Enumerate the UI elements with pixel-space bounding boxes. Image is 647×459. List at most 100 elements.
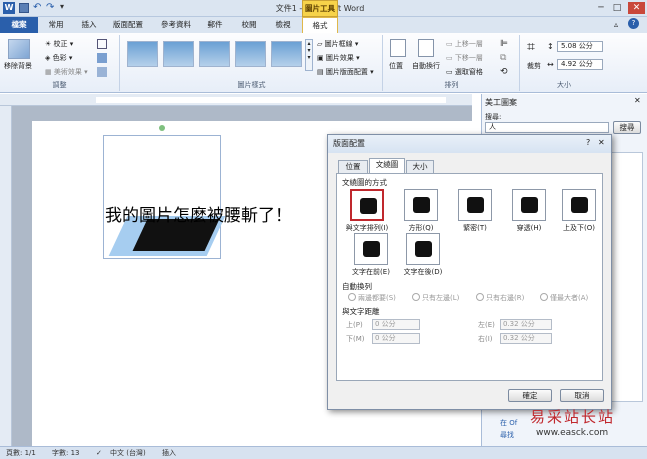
wrap-behind-label: 文字在後(D)	[403, 268, 443, 276]
help-icon[interactable]: ?	[628, 18, 639, 29]
width-icon: ↔	[547, 60, 554, 69]
picture-border-button[interactable]: ▱ 圖片框線 ▾	[317, 39, 358, 49]
ok-button[interactable]: 確定	[508, 389, 552, 402]
tab-review[interactable]: 校閱	[234, 17, 264, 33]
maximize-button[interactable]: □	[610, 2, 624, 14]
align-icon[interactable]: ⊫	[500, 39, 508, 49]
rotate-handle[interactable]	[159, 125, 165, 131]
wrap-tight-label: 緊密(T)	[463, 224, 487, 232]
wrap-through-option[interactable]	[512, 189, 546, 221]
remove-background-icon[interactable]	[8, 39, 30, 59]
dog-icon	[467, 197, 484, 213]
clip-search-input[interactable]: 人	[485, 122, 609, 133]
status-mode[interactable]: 插入	[162, 447, 176, 459]
word-logo-icon[interactable]: W	[3, 2, 15, 14]
clip-link-find[interactable]: 尋找	[500, 430, 514, 440]
tab-mailings[interactable]: 郵件	[200, 17, 230, 33]
wrap-largest-radio[interactable]: 僅最大者(A)	[540, 293, 588, 303]
style-thumb-3[interactable]	[199, 41, 230, 67]
wrap-tight-option[interactable]	[458, 189, 492, 221]
close-button[interactable]: ✕	[628, 2, 645, 14]
bring-forward-button[interactable]: ▭ 上移一層	[446, 39, 483, 49]
wrap-topbottom-label: 上及下(O)	[563, 224, 595, 232]
arrange-group: 位置 自動換行 ▭ 上移一層 ▭ 下移一層 ▭ 選取窗格 ⊫ ⧉ ⟲ 排列	[384, 35, 520, 91]
undo-icon[interactable]: ↶	[33, 2, 41, 13]
color-label: 色彩	[52, 54, 67, 62]
selection-pane-button[interactable]: ▭ 選取窗格	[446, 67, 483, 77]
redo-icon[interactable]: ↷	[46, 2, 54, 13]
right-input[interactable]: 0.32 公分	[500, 333, 552, 344]
wrap-left-radio[interactable]: 只有左邊(L)	[412, 293, 459, 303]
dialog-help-icon[interactable]: ?	[586, 138, 590, 147]
wrap-inline-option[interactable]	[350, 189, 384, 221]
picture-effects-button[interactable]: ▣ 圖片效果 ▾	[317, 53, 360, 63]
wrap-text-icon[interactable]	[418, 39, 434, 57]
tab-position[interactable]: 位置	[338, 160, 368, 173]
tab-home[interactable]: 常用	[40, 17, 72, 33]
position-icon[interactable]	[390, 39, 406, 57]
tab-insert[interactable]: 插入	[74, 17, 104, 33]
picture-styles-group-label: 圖片樣式	[237, 81, 266, 89]
ribbon-collapse-icon[interactable]: ▵	[614, 20, 618, 29]
document-caption[interactable]: 我的圖片怎麼被腰斬了！	[105, 201, 292, 226]
rotate-icon[interactable]: ⟲	[500, 67, 508, 77]
crop-button[interactable]: 裁剪	[527, 61, 541, 71]
group-icon[interactable]: ⧉	[500, 53, 506, 63]
send-backward-label: 下移一層	[454, 54, 483, 62]
picture-layout-button[interactable]: ▤ 圖片版面配置 ▾	[317, 67, 374, 77]
bottom-input[interactable]: 0 公分	[372, 333, 420, 344]
height-input[interactable]: 5.08 公分	[557, 41, 603, 52]
top-input[interactable]: 0 公分	[372, 319, 420, 330]
tab-file[interactable]: 檔案	[0, 17, 38, 33]
style-thumb-2[interactable]	[163, 41, 194, 67]
dog-icon	[521, 197, 538, 213]
reset-picture-icon[interactable]	[97, 67, 107, 77]
tab-references[interactable]: 參考資料	[154, 17, 198, 33]
size-group-label: 大小	[557, 81, 571, 89]
style-thumb-5[interactable]	[271, 41, 302, 67]
tab-page-layout[interactable]: 版面配置	[106, 17, 150, 33]
tab-size[interactable]: 大小	[406, 160, 434, 173]
dialog-close-icon[interactable]: ✕	[598, 138, 605, 147]
corrections-button[interactable]: ☀ 校正 ▾	[45, 39, 73, 49]
proofing-icon[interactable]: ✓	[96, 447, 102, 459]
color-button[interactable]: ◈ 色彩 ▾	[45, 53, 72, 63]
status-words[interactable]: 字數: 13	[52, 447, 80, 459]
clip-search-button[interactable]: 搜尋	[613, 121, 641, 134]
styles-more-icon[interactable]: ▴ ▾ ▾	[305, 39, 313, 71]
width-input[interactable]: 4.92 公分	[557, 59, 603, 70]
tab-format[interactable]: 格式	[302, 17, 338, 33]
change-picture-icon[interactable]	[97, 53, 107, 63]
horizontal-ruler[interactable]	[0, 94, 472, 106]
position-button[interactable]: 位置	[389, 61, 403, 71]
watermark-text: 易采站长站	[530, 408, 616, 426]
compress-icon[interactable]	[97, 39, 107, 49]
status-page[interactable]: 頁數: 1/1	[6, 447, 36, 459]
minimize-button[interactable]: ─	[594, 2, 608, 14]
wrap-behind-option[interactable]	[406, 233, 440, 265]
wrap-infront-option[interactable]	[354, 233, 388, 265]
artistic-effects-button[interactable]: ▦ 美術效果 ▾	[45, 67, 88, 77]
wrap-topbottom-option[interactable]	[562, 189, 596, 221]
crop-icon[interactable]: ⌗	[527, 39, 535, 55]
vertical-ruler[interactable]	[0, 106, 12, 446]
wrap-both-radio[interactable]: 兩邊都要(S)	[348, 293, 396, 303]
status-language[interactable]: 中文 (台灣)	[110, 447, 146, 459]
left-input[interactable]: 0.32 公分	[500, 319, 552, 330]
send-backward-button[interactable]: ▭ 下移一層	[446, 53, 483, 63]
dog-icon	[571, 197, 588, 213]
wrap-text-button[interactable]: 自動換行	[412, 61, 440, 71]
cancel-button[interactable]: 取消	[560, 389, 604, 402]
clip-link-online[interactable]: 在 Of	[500, 418, 517, 428]
tab-view[interactable]: 檢視	[268, 17, 298, 33]
wrap-right-radio[interactable]: 只有右邊(R)	[476, 293, 524, 303]
save-icon[interactable]	[19, 3, 29, 13]
customize-qat-icon[interactable]: ▾	[60, 2, 64, 11]
remove-background-button[interactable]: 移除背景	[4, 61, 32, 71]
style-thumb-1[interactable]	[127, 41, 158, 67]
style-thumb-4[interactable]	[235, 41, 266, 67]
pane-close-icon[interactable]: ✕	[634, 96, 641, 105]
dog-icon	[415, 241, 432, 257]
tab-text-wrapping[interactable]: 文繞圖	[369, 158, 405, 173]
wrap-square-option[interactable]	[404, 189, 438, 221]
